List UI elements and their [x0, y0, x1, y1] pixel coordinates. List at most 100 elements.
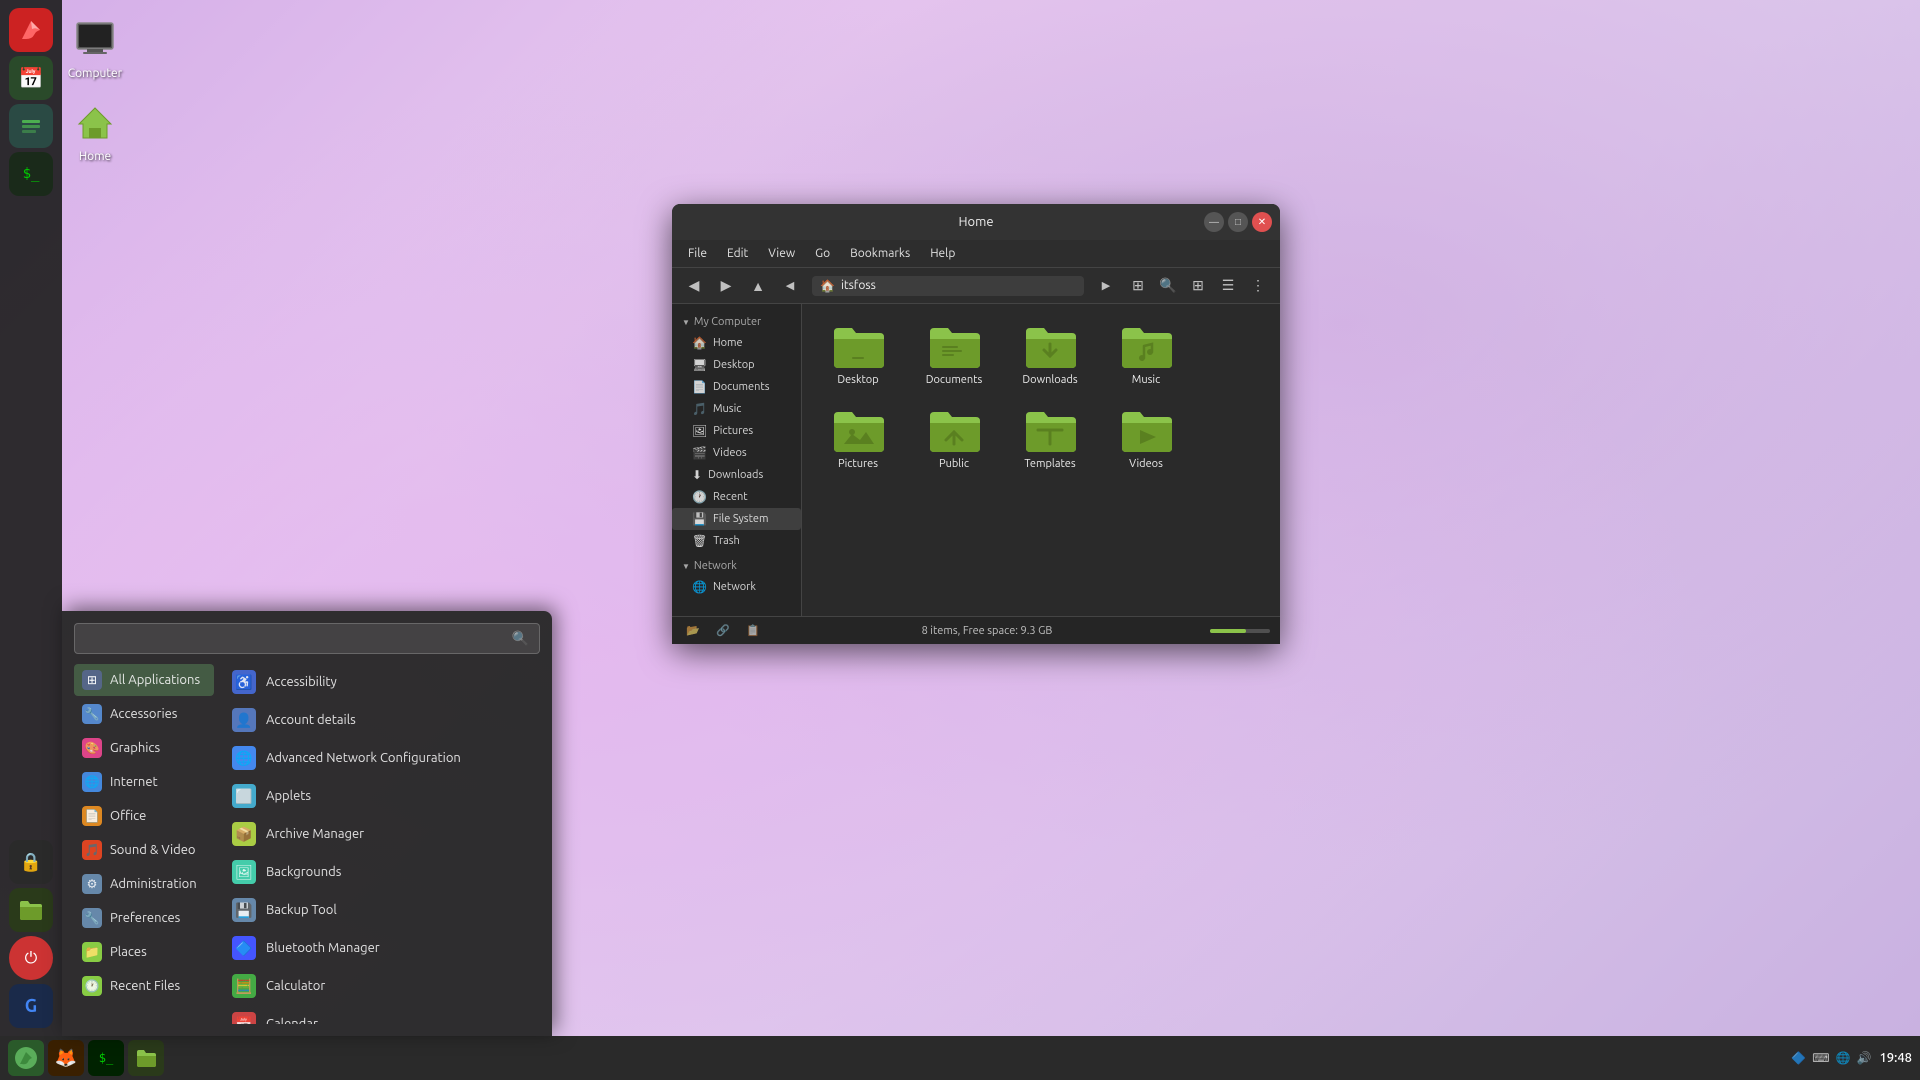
sidebar-link-network[interactable]: 🌐Network [672, 576, 801, 598]
app-applets[interactable]: ⬜ Applets [222, 778, 540, 814]
window-toolbar: ◀ ▶ ▲ ◀ 🏠 itsfoss ▶ ⊞ 🔍 ⊞ ☰ ⋮ [672, 268, 1280, 304]
dock-item-power[interactable]: ⏻ [9, 936, 53, 980]
file-item-public[interactable]: Public [910, 400, 998, 476]
prev-location-button[interactable]: ◀ [776, 272, 804, 300]
file-item-templates[interactable]: Templates [1006, 400, 1094, 476]
file-item-pictures[interactable]: Pictures [814, 400, 902, 476]
file-label-music: Music [1132, 374, 1160, 386]
cat-places[interactable]: 📁 Places [74, 936, 214, 968]
location-bar: 🏠 itsfoss [812, 276, 1084, 296]
properties-button[interactable]: 📋 [742, 620, 764, 642]
window-body: ▼ My Computer 🏠Home 🖥Desktop 📄Documents … [672, 304, 1280, 616]
file-grid: Desktop Documents [802, 304, 1280, 616]
menu-view[interactable]: View [760, 244, 803, 263]
dock-item-google[interactable]: G [9, 984, 53, 1028]
app-backgrounds[interactable]: 🖼 Backgrounds [222, 854, 540, 890]
back-button[interactable]: ◀ [680, 272, 708, 300]
dock-item-terminal[interactable]: $_ [9, 152, 53, 196]
file-label-downloads: Downloads [1022, 374, 1077, 386]
close-button[interactable]: ✕ [1252, 212, 1272, 232]
desktop-icon-home[interactable]: Home [55, 98, 135, 163]
section-label: My Computer [694, 316, 761, 328]
taskbar-app-files[interactable] [128, 1040, 164, 1076]
cat-administration[interactable]: ⚙ Administration [74, 868, 214, 900]
sidebar-link-filesystem[interactable]: 💾File System [672, 508, 801, 530]
computer-icon-label: Computer [68, 67, 122, 80]
maximize-button[interactable]: □ [1228, 212, 1248, 232]
taskbar: 🦊 $_ 🔷 ⌨ 🌐 🔊 19:48 [0, 1036, 1920, 1080]
file-label-documents: Documents [926, 374, 983, 386]
cat-recent-files[interactable]: 🕐 Recent Files [74, 970, 214, 1002]
app-accessibility[interactable]: ♿ Accessibility [222, 664, 540, 700]
menu-bookmarks[interactable]: Bookmarks [842, 244, 918, 263]
taskbar-app-terminal[interactable]: $_ [88, 1040, 124, 1076]
menu-button[interactable]: ⋮ [1244, 272, 1272, 300]
cat-office[interactable]: 📄 Office [74, 800, 214, 832]
app-bluetooth[interactable]: 🔷 Bluetooth Manager [222, 930, 540, 966]
taskbar-app-firefox[interactable]: 🦊 [48, 1040, 84, 1076]
menu-go[interactable]: Go [807, 244, 838, 263]
sidebar-section-mycomputer-header[interactable]: ▼ My Computer [672, 312, 801, 332]
app-calculator[interactable]: 🧮 Calculator [222, 968, 540, 1004]
minimize-button[interactable]: — [1204, 212, 1224, 232]
sidebar-link-pictures[interactable]: 🖼Pictures [672, 420, 801, 442]
open-location-button[interactable]: 📂 [682, 620, 704, 642]
zoom-fill [1210, 629, 1246, 633]
dock-item-stack[interactable] [9, 104, 53, 148]
taskbar-left: 🦊 $_ [8, 1040, 164, 1076]
taskbar-right: 🔷 ⌨ 🌐 🔊 19:48 [1791, 1051, 1912, 1065]
sidebar-link-trash[interactable]: 🗑Trash [672, 530, 801, 552]
app-account-details[interactable]: 👤 Account details [222, 702, 540, 738]
grid-view-button[interactable]: ⊞ [1184, 272, 1212, 300]
cat-preferences[interactable]: 🔧 Preferences [74, 902, 214, 934]
dock-item-lock[interactable]: 🔒 [9, 840, 53, 884]
dock-item-calendar[interactable]: 📅 [9, 56, 53, 100]
file-item-music[interactable]: Music [1102, 316, 1190, 392]
search-input[interactable] [85, 631, 512, 647]
cat-sound-video[interactable]: 🎵 Sound & Video [74, 834, 214, 866]
symlink-button[interactable]: 🔗 [712, 620, 734, 642]
sidebar-link-recent[interactable]: 🕐Recent [672, 486, 801, 508]
sidebar-link-desktop[interactable]: 🖥Desktop [672, 354, 801, 376]
desktop-icon-computer[interactable]: Computer [55, 15, 135, 80]
dock-item-brisk-menu[interactable] [9, 8, 53, 52]
list-view-button[interactable]: ☰ [1214, 272, 1242, 300]
zoom-control [1210, 629, 1270, 633]
app-adv-network[interactable]: 🌐 Advanced Network Configuration [222, 740, 540, 776]
forward-button[interactable]: ▶ [712, 272, 740, 300]
sidebar-link-downloads[interactable]: ⬇Downloads [672, 464, 801, 486]
sidebar-section-mycomputer: ▼ My Computer 🏠Home 🖥Desktop 📄Documents … [672, 312, 801, 552]
sidebar-section-network-header[interactable]: ▼ Network [672, 556, 801, 576]
app-archive-manager[interactable]: 📦 Archive Manager [222, 816, 540, 852]
sidebar-link-documents[interactable]: 📄Documents [672, 376, 801, 398]
toggle-sidebar-button[interactable]: ⊞ [1124, 272, 1152, 300]
apps-column: ♿ Accessibility 👤 Account details 🌐 Adva… [222, 664, 540, 1024]
search-icon[interactable]: 🔍 [512, 630, 529, 647]
dock-item-folder[interactable] [9, 888, 53, 932]
cat-internet[interactable]: 🌐 Internet [74, 766, 214, 798]
category-column: ⊞ All Applications 🔧 Accessories 🎨 Graph… [74, 664, 214, 1024]
search-button[interactable]: 🔍 [1154, 272, 1182, 300]
computer-icon [71, 15, 119, 63]
app-backup-tool[interactable]: 💾 Backup Tool [222, 892, 540, 928]
zoom-bar[interactable] [1210, 629, 1270, 633]
menu-help[interactable]: Help [922, 244, 963, 263]
next-location-button[interactable]: ▶ [1092, 272, 1120, 300]
sidebar-link-videos[interactable]: 🎬Videos [672, 442, 801, 464]
file-item-documents[interactable]: Documents [910, 316, 998, 392]
menu-file[interactable]: File [680, 244, 715, 263]
sidebar-link-music[interactable]: 🎵Music [672, 398, 801, 420]
cat-graphics[interactable]: 🎨 Graphics [74, 732, 214, 764]
file-item-downloads[interactable]: Downloads [1006, 316, 1094, 392]
taskbar-app-mint[interactable] [8, 1040, 44, 1076]
collapse-arrow-network: ▼ [682, 562, 690, 571]
cat-all-apps[interactable]: ⊞ All Applications [74, 664, 214, 696]
file-item-videos[interactable]: Videos [1102, 400, 1190, 476]
up-button[interactable]: ▲ [744, 272, 772, 300]
file-label-templates: Templates [1024, 458, 1075, 470]
app-calendar[interactable]: 📅 Calendar [222, 1006, 540, 1024]
sidebar-link-home[interactable]: 🏠Home [672, 332, 801, 354]
file-item-desktop[interactable]: Desktop [814, 316, 902, 392]
cat-accessories[interactable]: 🔧 Accessories [74, 698, 214, 730]
menu-edit[interactable]: Edit [719, 244, 756, 263]
